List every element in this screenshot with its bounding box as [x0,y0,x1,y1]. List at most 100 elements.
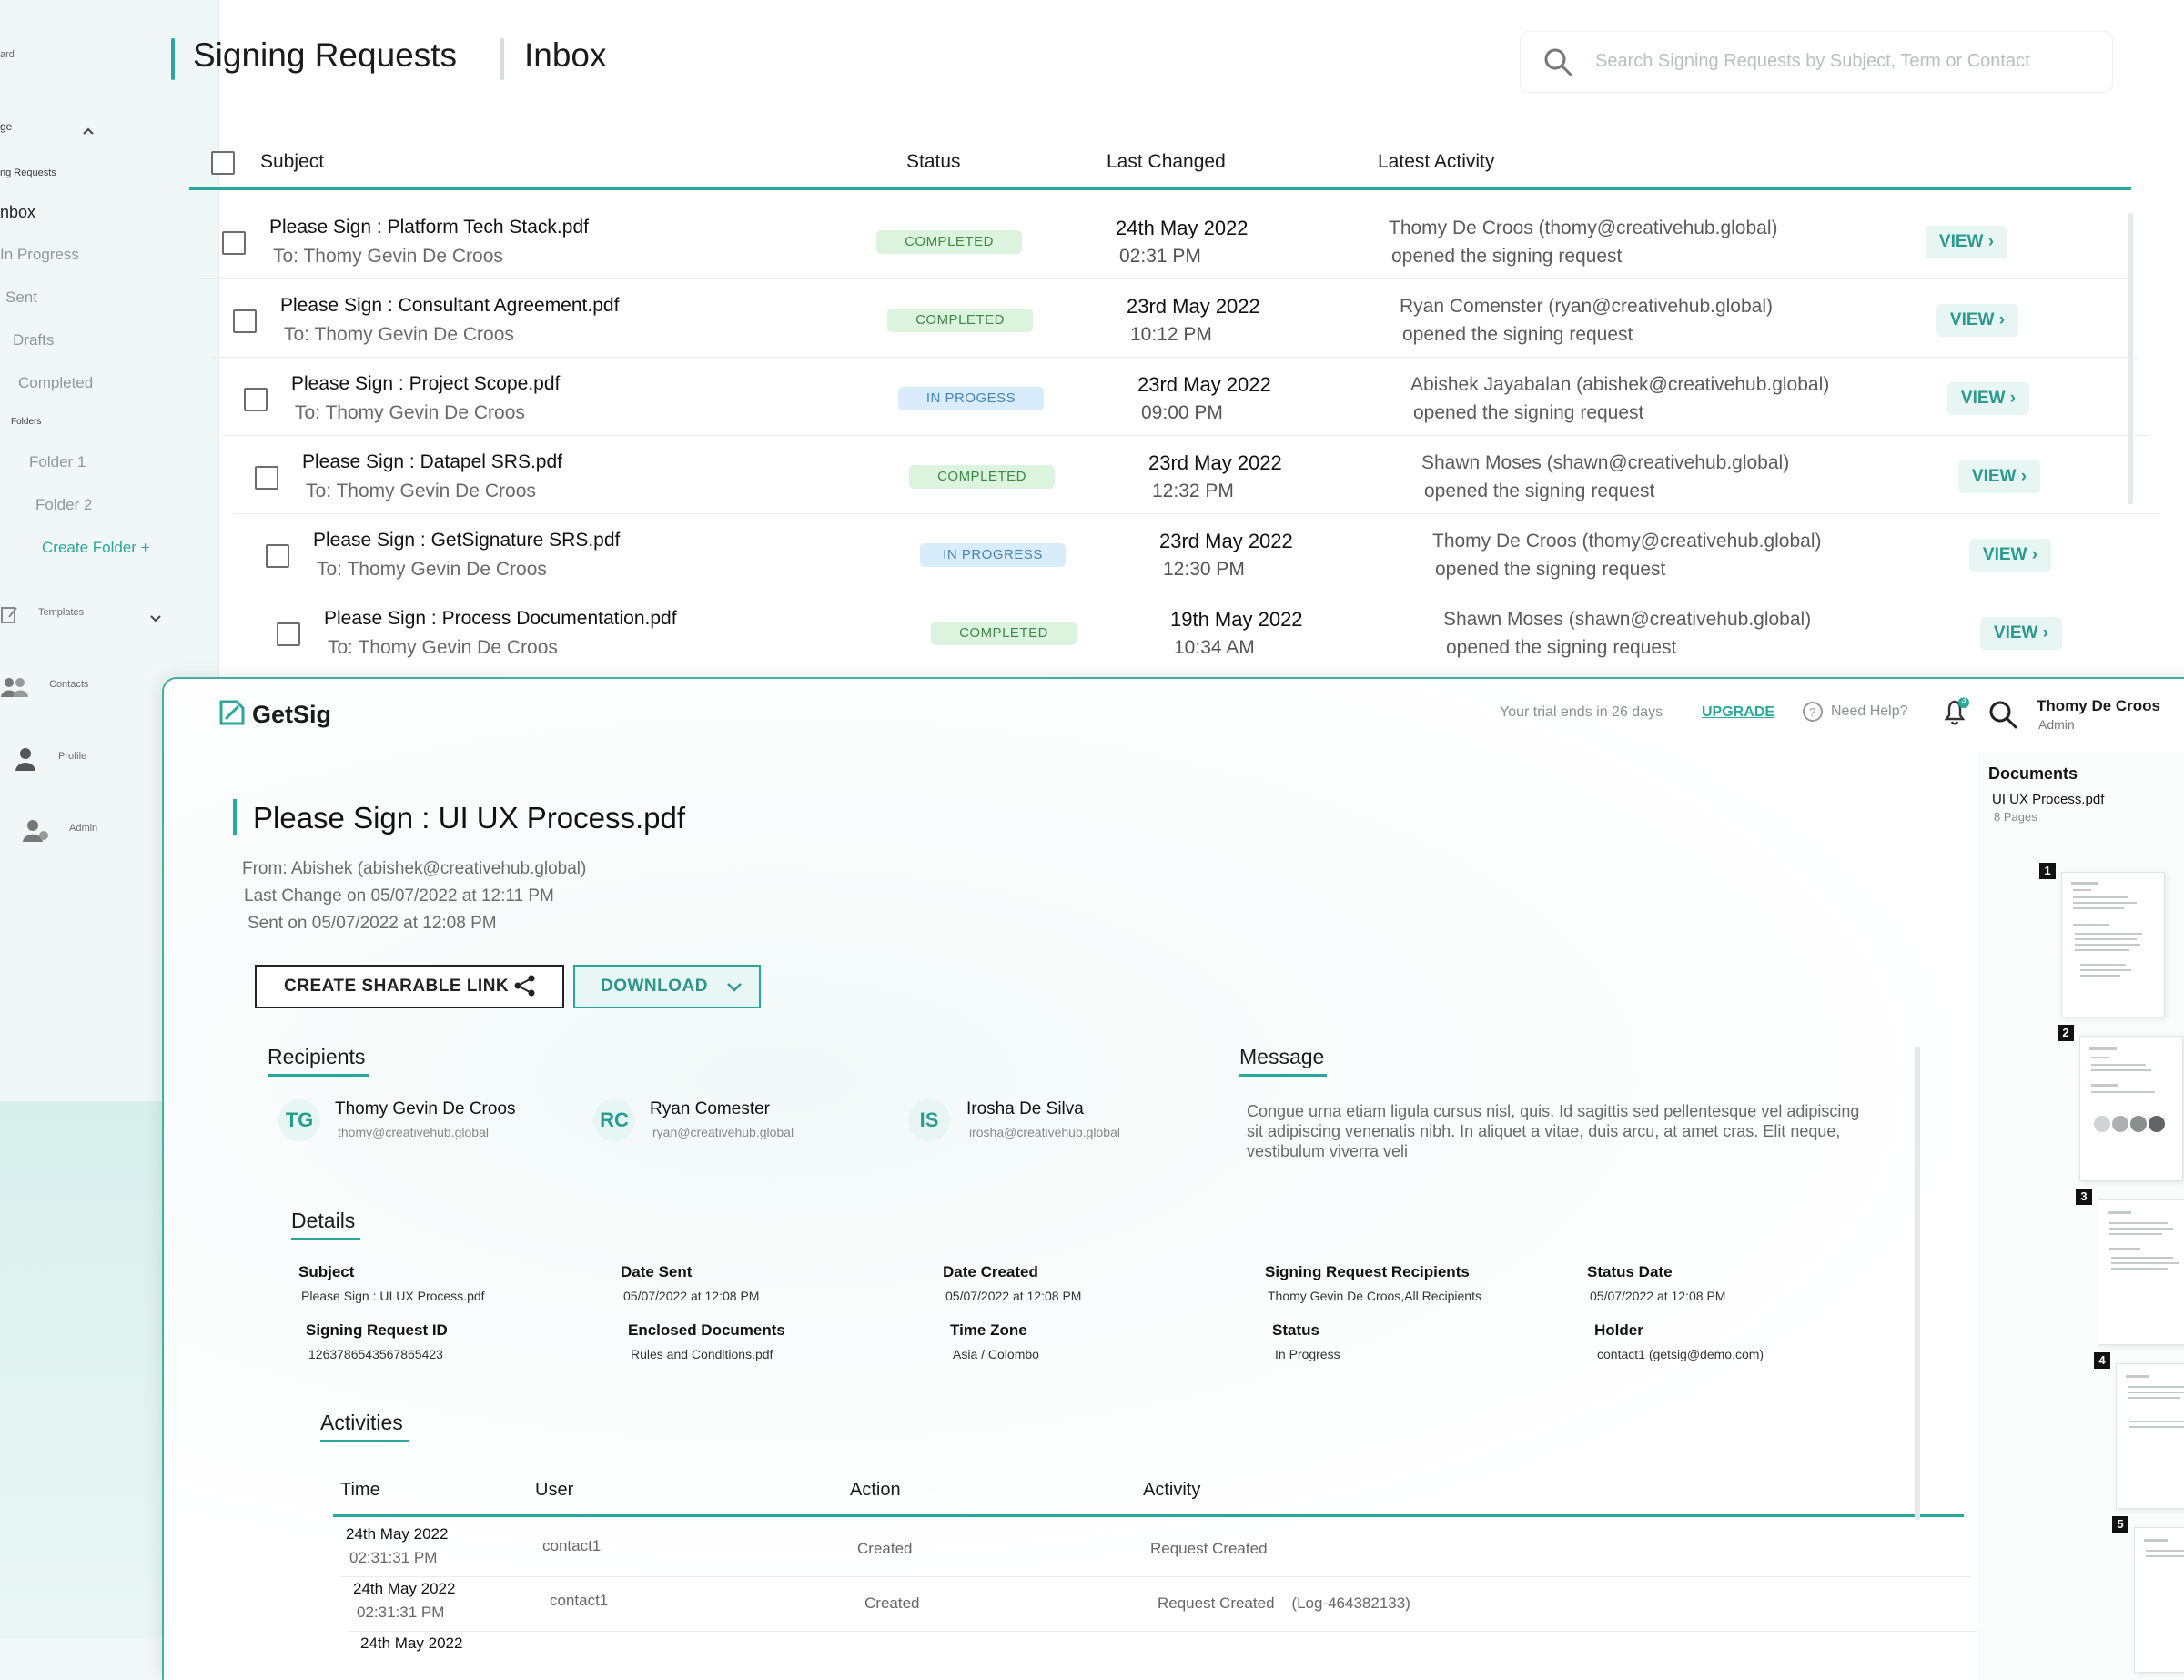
row-recipient: To: Thomy Gevin De Croos [273,246,503,267]
chevron-down-icon [726,979,743,999]
column-time[interactable]: Time [340,1480,380,1501]
column-action[interactable]: Action [850,1480,901,1501]
page-number: 5 [2112,1516,2128,1533]
row-checkbox[interactable] [255,466,278,490]
column-user[interactable]: User [535,1480,573,1501]
sidebar-dashboard-partial[interactable]: ard [0,49,15,60]
row-activity: Thomy De Croos (thomy@creativehub.global… [1389,218,1778,238]
sidebar-item-contacts[interactable]: Contacts [49,679,88,690]
sidebar-item-sent[interactable]: Sent [5,288,37,307]
sidebar-group-partial[interactable]: ge [0,120,12,133]
contacts-icon [0,675,29,703]
status-badge: COMPLETED [931,622,1077,645]
detail-value: Please Sign : UI UX Process.pdf [301,1289,485,1303]
page-thumbnail[interactable] [2098,1199,2184,1345]
view-button[interactable]: VIEW › [1980,617,2062,650]
user-name[interactable]: Thomy De Croos [2037,697,2160,715]
chevron-down-icon[interactable] [149,612,162,628]
column-last-changed[interactable]: Last Changed [1107,151,1226,173]
detail-label: Status Date [1587,1263,1673,1280]
column-status[interactable]: Status [906,151,961,173]
recipient-name: Irosha De Silva [966,1099,1084,1118]
upgrade-link[interactable]: UPGRADE [1702,704,1774,721]
column-activity[interactable]: Activity [1143,1480,1200,1501]
page-thumbnail[interactable] [2134,1527,2184,1673]
row-checkbox[interactable] [266,544,289,568]
detail-value: 05/07/2022 at 12:08 PM [1590,1289,1726,1303]
avatar: IS [908,1099,950,1141]
sidebar-folder-2[interactable]: Folder 2 [35,496,92,514]
row-subject[interactable]: Please Sign : Consultant Agreement.pdf [280,295,619,317]
page-number: 4 [2094,1352,2110,1369]
sidebar-folders-label: Folders [11,417,42,427]
view-button[interactable]: VIEW › [1936,304,2018,337]
row-subject[interactable]: Please Sign : Project Scope.pdf [291,373,560,395]
page-thumbnail[interactable] [2061,872,2165,1017]
view-button[interactable]: VIEW › [1958,460,2040,493]
activity-action: Created [857,1540,913,1557]
admin-icon [22,817,49,847]
column-latest-activity[interactable]: Latest Activity [1378,151,1494,173]
detail-label: Time Zone [950,1321,1027,1339]
sidebar-folder-1[interactable]: Folder 1 [29,453,86,471]
recipient-name: Ryan Comester [650,1099,770,1118]
documents-heading: Documents [1988,764,2078,783]
sidebar-item-in-progress[interactable]: In Progress [0,246,79,264]
view-button[interactable]: VIEW › [1969,539,2051,572]
help-icon[interactable]: ? [1802,701,1824,727]
view-button[interactable]: VIEW › [1947,382,2029,415]
row-divider [222,435,2149,436]
column-subject[interactable]: Subject [260,151,324,173]
row-divider [200,278,2128,279]
row-divider [340,1576,1971,1577]
sidebar-item-completed[interactable]: Completed [18,374,93,392]
chevron-up-icon[interactable] [82,124,95,140]
detail-label: Enclosed Documents [628,1321,785,1339]
document-name[interactable]: UI UX Process.pdf [1992,792,2104,807]
search-input[interactable]: Search Signing Requests by Subject, Term… [1520,31,2113,93]
scrollbar[interactable] [1915,1047,1920,1520]
detail-label: Date Sent [621,1263,693,1280]
share-icon [513,974,537,1003]
row-checkbox[interactable] [244,388,268,411]
title-accent [233,799,237,835]
page-thumbnail[interactable] [2116,1363,2184,1509]
help-link[interactable]: Need Help? [1831,703,1908,720]
row-date: 19th May 2022 [1170,608,1303,631]
sidebar-item-drafts[interactable]: Drafts [13,331,54,349]
row-subject[interactable]: Please Sign : Platform Tech Stack.pdf [269,217,589,238]
trial-notice: Your trial ends in 26 days [1500,704,1663,720]
status-badge: COMPLETED [876,230,1022,254]
view-button[interactable]: VIEW › [1926,226,2007,258]
message-heading: Message [1239,1045,1325,1068]
row-subject[interactable]: Please Sign : GetSignature SRS.pdf [313,530,620,552]
page-subtitle: Inbox [524,36,607,74]
title-divider [500,38,504,80]
sidebar-item-admin[interactable]: Admin [69,823,97,834]
sidebar-item-templates[interactable]: Templates [38,607,84,618]
detail-value: In Progress [1275,1347,1340,1361]
select-all-checkbox[interactable] [211,151,235,175]
sidebar-item-inbox[interactable]: nbox [0,203,35,222]
sidebar-item-profile[interactable]: Profile [58,751,86,762]
sidebar-signing-requests[interactable]: ng Requests [0,167,56,178]
page-thumbnail[interactable] [2079,1036,2183,1181]
row-checkbox[interactable] [222,231,246,255]
detail-label: Signing Request ID [306,1321,448,1339]
notification-count: 3 [1961,695,1967,704]
row-subject[interactable]: Please Sign : Datapel SRS.pdf [302,451,562,473]
inbox-window [0,0,2184,692]
scrollbar[interactable] [2128,213,2133,504]
documents-panel: Documents UI UX Process.pdf 8 Pages 1 2 … [1977,752,2184,1680]
create-folder-link[interactable]: Create Folder + [42,539,150,557]
logo[interactable]: GetSig [252,701,331,729]
svg-text:?: ? [1809,705,1815,719]
detail-value: 05/07/2022 at 12:08 PM [623,1289,760,1303]
row-subject[interactable]: Please Sign : Process Documentation.pdf [324,608,677,630]
create-sharable-link-button[interactable]: CREATE SHARABLE LINK [255,965,564,1008]
detail-value: 1263786543567865423 [308,1347,443,1361]
download-button[interactable]: DOWNLOAD [573,965,761,1008]
row-checkbox[interactable] [233,309,257,333]
search-icon[interactable] [1987,699,2018,734]
row-checkbox[interactable] [277,622,300,646]
